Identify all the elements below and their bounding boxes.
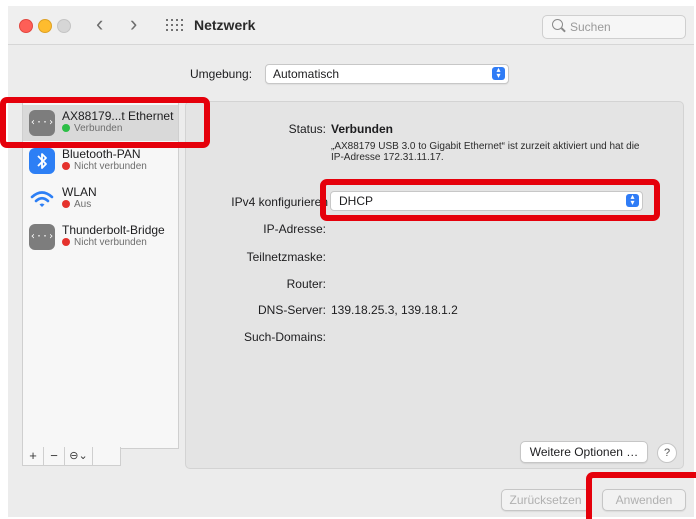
search-placeholder: Suchen (570, 20, 611, 34)
wifi-icon (29, 186, 55, 212)
service-list-toolbar: + − ⊖⌄ (22, 447, 121, 466)
service-item-bluetooth-pan[interactable]: Bluetooth-PAN Nicht verbunden (23, 143, 178, 179)
service-status: Nicht verbunden (62, 237, 147, 248)
remove-service-button[interactable]: − (44, 447, 65, 465)
status-dot-icon (62, 200, 70, 208)
minimize-window-button[interactable] (38, 19, 52, 33)
subnet-mask-label: Teilnetzmaske: (246, 250, 326, 264)
dns-server-value: 139.18.25.3, 139.18.1.2 (331, 303, 458, 317)
highlight-box-apply (586, 472, 696, 519)
service-item-thunderbolt-bridge[interactable]: ‹··› Thunderbolt-Bridge Nicht verbunden (23, 219, 178, 255)
select-stepper-icon: ▴ ▾ (492, 66, 505, 80)
ipv4-config-label: IPv4 konfigurieren (231, 195, 328, 209)
status-value: Verbunden (331, 122, 394, 136)
ip-address-label: IP-Adresse: (263, 222, 326, 236)
location-select[interactable]: Automatisch ▴ ▾ (265, 64, 509, 84)
search-domains-label: Such-Domains: (243, 330, 326, 344)
highlight-box-ipv4 (320, 179, 660, 221)
revert-button[interactable]: Zurücksetzen (501, 489, 590, 511)
window-title: Netzwerk (194, 17, 256, 33)
ethernet-icon: ‹··› (29, 224, 55, 250)
bluetooth-icon (29, 148, 55, 174)
dns-server-label: DNS-Server: (257, 303, 326, 317)
zoom-window-button[interactable] (57, 19, 71, 33)
search-icon (552, 19, 563, 30)
router-label: Router: (286, 277, 326, 291)
show-all-grid-icon[interactable] (166, 19, 183, 31)
help-button[interactable]: ? (657, 443, 677, 463)
location-value: Automatisch (273, 67, 340, 81)
service-actions-menu-button[interactable]: ⊖⌄ (65, 447, 93, 465)
service-name: Bluetooth-PAN (62, 147, 141, 161)
service-name: Thunderbolt-Bridge (62, 223, 165, 237)
location-label: Umgebung: (190, 67, 253, 81)
more-options-button[interactable]: Weitere Optionen … (520, 441, 648, 463)
title-bar: ‹ › Netzwerk Suchen (8, 6, 694, 45)
status-dot-icon (62, 162, 70, 170)
add-service-button[interactable]: + (23, 447, 44, 465)
service-status: Aus (62, 199, 91, 210)
status-description: „AX88179 USB 3.0 to Gigabit Ethernet“ is… (331, 141, 640, 163)
service-item-wlan[interactable]: WLAN Aus (23, 181, 178, 217)
forward-chevron-icon[interactable]: › (130, 13, 137, 35)
status-dot-icon (62, 238, 70, 246)
highlight-box-ethernet (0, 97, 210, 148)
back-chevron-icon[interactable]: ‹ (96, 13, 103, 35)
service-name: WLAN (62, 185, 97, 199)
search-field[interactable]: Suchen (542, 15, 686, 39)
service-list: ‹··› AX88179...t Ethernet Verbunden Blue… (22, 101, 179, 449)
service-status: Nicht verbunden (62, 161, 147, 172)
close-window-button[interactable] (19, 19, 33, 33)
